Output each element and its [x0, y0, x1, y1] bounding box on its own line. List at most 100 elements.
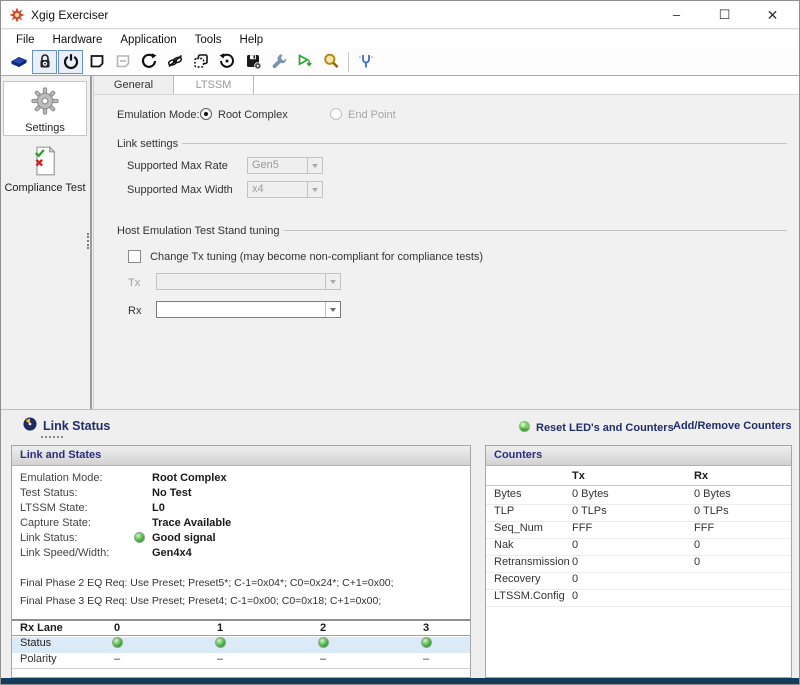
reset-led-icon — [518, 420, 531, 436]
change-tx-tuning-checkbox[interactable] — [128, 250, 141, 263]
toolbar — [1, 49, 799, 76]
copy-button[interactable] — [188, 50, 213, 74]
menu-bar: File Hardware Application Tools Help — [1, 30, 799, 49]
state-row-label: Link Speed/Width: — [20, 547, 109, 559]
counter-tx-value: 0 — [572, 539, 578, 551]
counter-label: Seq_Num — [494, 522, 543, 534]
reset-leds-counters-button[interactable]: Reset LED's and Counters — [518, 420, 674, 436]
search-icon — [322, 52, 340, 73]
lane-header-3: 3 — [376, 622, 476, 634]
reset-leds-counters-label: Reset LED's and Counters — [536, 422, 674, 434]
disconnect-icon — [166, 52, 184, 73]
lane-status-led — [376, 637, 476, 651]
link-and-states-header: Link and States — [12, 446, 470, 466]
max-rate-label: Supported Max Rate — [127, 160, 228, 172]
lane-polarity-value: – — [67, 653, 167, 665]
gauge-icon — [23, 417, 37, 434]
configure-button[interactable] — [266, 50, 291, 74]
lane-polarity-value: – — [376, 653, 476, 665]
end-point-radio[interactable] — [330, 108, 342, 120]
lane-status-led — [67, 637, 167, 651]
change-tx-tuning-label: Change Tx tuning (may become non-complia… — [150, 251, 483, 263]
tx-select[interactable] — [156, 273, 341, 290]
tx-label: Tx — [128, 277, 140, 289]
lock-settings-button[interactable] — [32, 50, 57, 74]
disconnect-button[interactable] — [162, 50, 187, 74]
counter-rx-value: 0 TLPs — [694, 505, 729, 517]
lane-header-2: 2 — [273, 622, 373, 634]
lane-polarity-value: – — [170, 653, 270, 665]
rx-select[interactable] — [156, 301, 341, 318]
title-bar: Xgig Exerciser – ☐ ✕ — [1, 1, 799, 29]
window-bottom-edge — [1, 678, 799, 685]
counter-label: Nak — [494, 539, 514, 551]
sidebar-item-settings[interactable]: Settings — [3, 81, 87, 136]
link-settings-title: Link settings — [117, 138, 178, 150]
window-title: Xgig Exerciser — [31, 8, 108, 22]
counter-label: Bytes — [494, 488, 522, 500]
run-button[interactable] — [292, 50, 317, 74]
minimize-button[interactable]: – — [654, 1, 699, 29]
state-row-label: Test Status: — [20, 487, 77, 499]
root-complex-radio[interactable] — [200, 108, 212, 120]
max-rate-value: Gen5 — [252, 159, 279, 171]
splitter-grip-icon[interactable] — [87, 233, 91, 249]
note-minus-icon — [114, 52, 132, 73]
tab-general[interactable]: General — [94, 76, 174, 94]
chevron-down-icon — [325, 302, 340, 317]
chevron-down-icon — [325, 274, 340, 289]
counter-rx-value: 0 — [694, 556, 700, 568]
lane-polarity-value: – — [273, 653, 373, 665]
menu-tools[interactable]: Tools — [186, 32, 231, 48]
tuning-rule — [284, 230, 787, 231]
rx-label: Rx — [128, 305, 141, 317]
menu-application[interactable]: Application — [111, 32, 185, 48]
counter-rx-value: FFF — [694, 522, 714, 534]
lock-settings-icon — [36, 52, 54, 73]
restart-button[interactable] — [136, 50, 161, 74]
counter-tx-value: 0 Bytes — [572, 488, 609, 500]
add-remove-counters-button[interactable]: Add/Remove Counters — [673, 420, 792, 432]
sidebar-item-label: Compliance Test — [3, 182, 87, 194]
eq-phase3-line: Final Phase 3 EQ Req: Use Preset; Preset… — [20, 595, 381, 607]
copy-icon — [192, 52, 210, 73]
app-logo-icon — [9, 7, 25, 23]
counter-tx-value: FFF — [572, 522, 592, 534]
search-button[interactable] — [318, 50, 343, 74]
remove-note-button[interactable] — [110, 50, 135, 74]
counters-panel: Counters Tx Rx Bytes0 Bytes0 Bytes TLP0 … — [485, 445, 792, 678]
state-row-value: L0 — [152, 502, 165, 514]
eq-phase2-line: Final Phase 2 EQ Req: Use Preset; Preset… — [20, 577, 394, 589]
chevron-down-icon — [307, 158, 322, 173]
menu-help[interactable]: Help — [231, 32, 273, 48]
close-button[interactable]: ✕ — [750, 1, 795, 29]
power-button[interactable] — [58, 50, 83, 74]
maximize-button[interactable]: ☐ — [702, 1, 747, 29]
state-row-label: Emulation Mode: — [20, 472, 103, 484]
menu-hardware[interactable]: Hardware — [44, 32, 112, 48]
state-row-label: Link Status: — [20, 532, 77, 544]
new-note-button[interactable] — [84, 50, 109, 74]
lane-status-led — [170, 637, 270, 651]
max-width-select[interactable]: x4 — [247, 181, 323, 198]
state-row-value: No Test — [152, 487, 192, 499]
lane-header-0: 0 — [67, 622, 167, 634]
hardware-button[interactable] — [6, 50, 31, 74]
collapse-grip-icon[interactable] — [41, 436, 63, 439]
tab-strip: General LTSSM — [94, 76, 799, 95]
root-complex-label: Root Complex — [218, 109, 288, 121]
save-settings-button[interactable] — [240, 50, 265, 74]
general-form: Emulation Mode: Root Complex End Point L… — [94, 95, 799, 409]
sidebar-item-compliance-test[interactable]: Compliance Test — [3, 142, 87, 202]
link-status-section: Link Status Reset LED's and Counters Add… — [1, 409, 799, 678]
counter-label: TLP — [494, 505, 514, 517]
add-remove-counters-label: Add/Remove Counters — [673, 420, 792, 432]
reload-button[interactable] — [214, 50, 239, 74]
menu-file[interactable]: File — [7, 32, 44, 48]
tuning-button[interactable] — [353, 50, 378, 74]
run-icon — [296, 52, 314, 73]
tab-ltssm[interactable]: LTSSM — [174, 76, 254, 94]
counter-tx-value: 0 — [572, 556, 578, 568]
counter-label: LTSSM.Config — [494, 590, 565, 602]
max-rate-select[interactable]: Gen5 — [247, 157, 323, 174]
